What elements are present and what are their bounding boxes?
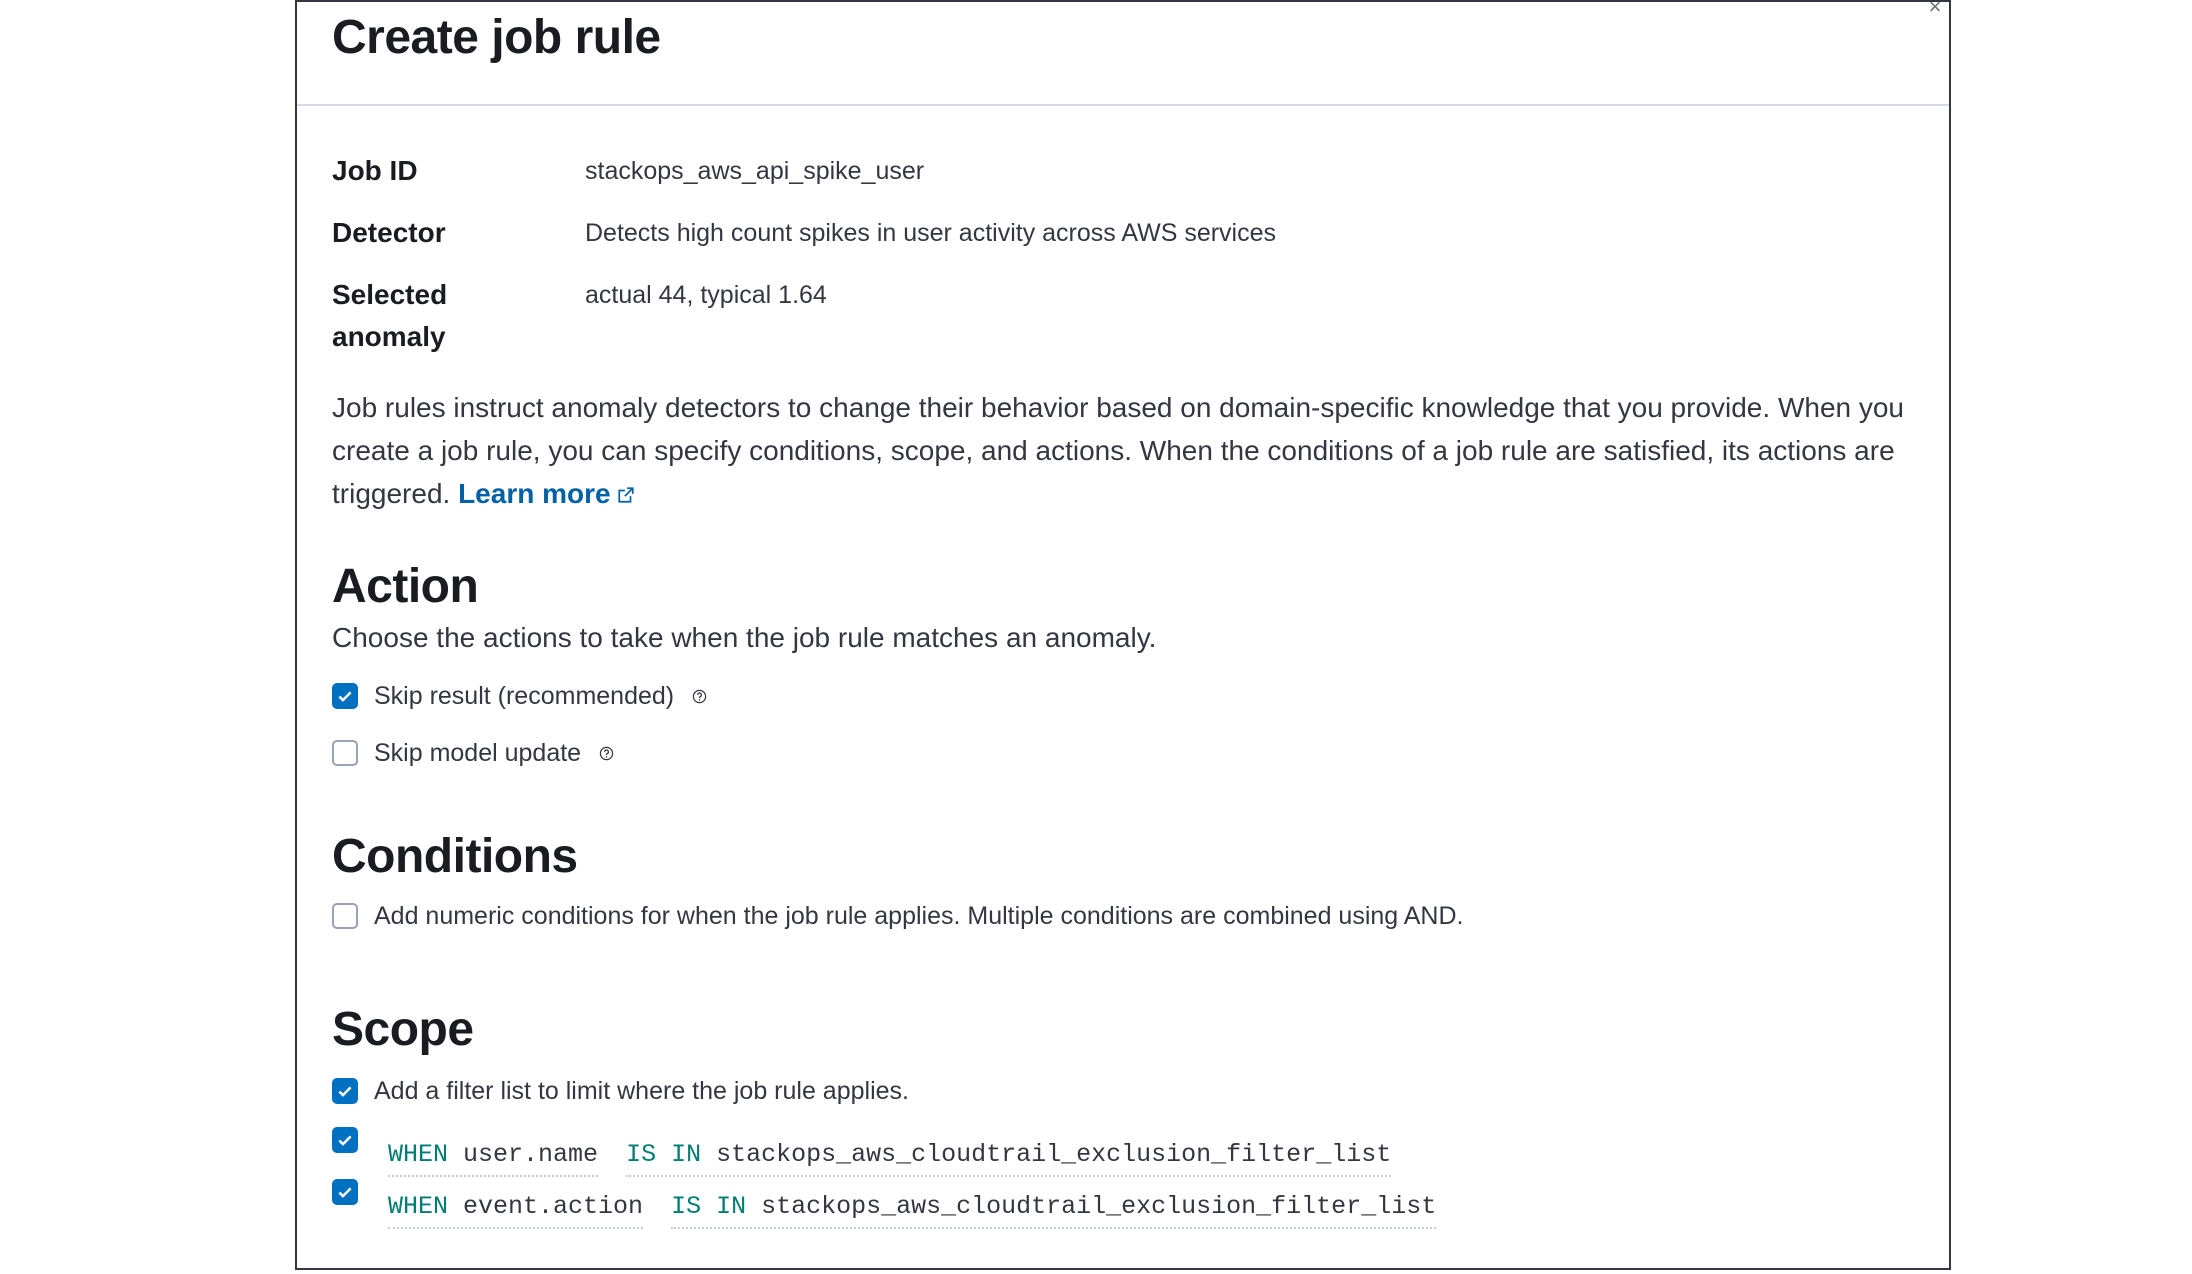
scope-filter-selector[interactable]: IS IN stackops_aws_cloudtrail_exclusion_… [671,1189,1437,1229]
checkmark-icon [338,691,352,702]
is-in-keyword: IS IN [626,1140,702,1169]
flyout-body: Job ID stackops_aws_api_spike_user Detec… [297,150,1949,1231]
job-details: Job ID stackops_aws_api_spike_user Detec… [332,150,1909,358]
checkmark-icon [338,1187,352,1198]
question-tooltip-icon[interactable] [692,689,707,704]
detector-title: Detector [332,217,446,248]
selected-anomaly-value: actual 44, typical 1.64 [585,281,827,309]
numeric-conditions-label: Add numeric conditions for when the job … [374,901,1464,930]
conditions-title: Conditions [332,830,578,883]
selected-anomaly-title: Selected anomaly [332,279,448,352]
scope-field-selector[interactable]: WHEN event.action [388,1189,644,1229]
learn-more-label: Learn more [458,478,611,509]
conditions-section: Conditions Add numeric conditions for wh… [332,829,1909,936]
scope-rule-event-action: WHEN event.action IS IN stackops_aws_clo… [332,1179,1909,1231]
close-icon[interactable]: × [1923,2,1947,19]
flyout-title: Create job rule [332,11,661,64]
scope-rule-user-name: WHEN user.name IS IN stackops_aws_cloudt… [332,1127,1909,1179]
scope-field-value: user.name [463,1140,599,1169]
learn-more-link[interactable]: Learn more [458,478,635,509]
scope-section: Scope Add a filter list to limit where t… [332,1002,1909,1231]
scope-filter-value: stackops_aws_cloudtrail_exclusion_filter… [716,1140,1392,1169]
skip-result-checkbox[interactable] [332,683,358,709]
action-description: Choose the actions to take when the job … [332,622,1157,653]
action-section: Action Choose the actions to take when t… [332,559,1909,773]
skip-result-option[interactable]: Skip result (recommended) [332,676,1909,716]
scope-field-selector[interactable]: WHEN user.name [388,1137,599,1177]
scope-rule-checkbox[interactable] [332,1179,358,1205]
external-link-icon [617,487,634,503]
create-job-rule-flyout: × Create job rule Job ID stackops_aws_ap… [295,0,1951,1270]
when-keyword: WHEN [388,1140,449,1169]
detector-value: Detects high count spikes in user activi… [585,219,1277,247]
checkmark-icon [338,1135,352,1146]
filter-list-checkbox[interactable] [332,1078,358,1104]
flyout-header: Create job rule [297,2,1949,106]
filter-list-label: Add a filter list to limit where the job… [374,1076,909,1105]
is-in-keyword: IS IN [671,1192,747,1221]
job-id-title: Job ID [332,155,418,186]
scope-filter-value: stackops_aws_cloudtrail_exclusion_filter… [761,1192,1437,1221]
scope-title: Scope [332,1003,474,1056]
skip-model-update-checkbox[interactable] [332,740,358,766]
scope-filter-selector[interactable]: IS IN stackops_aws_cloudtrail_exclusion_… [626,1137,1392,1177]
numeric-conditions-option[interactable]: Add numeric conditions for when the job … [332,896,1909,936]
intro-paragraph: Job rules instruct anomaly detectors to … [332,386,1932,515]
checkmark-icon [338,1086,352,1097]
action-title: Action [332,560,479,613]
skip-result-label: Skip result (recommended) [374,681,675,710]
when-keyword: WHEN [388,1192,449,1221]
job-id-value: stackops_aws_api_spike_user [585,157,925,185]
scope-rule-checkbox[interactable] [332,1127,358,1153]
filter-list-option[interactable]: Add a filter list to limit where the job… [332,1071,1909,1111]
numeric-conditions-checkbox[interactable] [332,903,358,929]
skip-model-update-label: Skip model update [374,738,582,767]
skip-model-update-option[interactable]: Skip model update [332,733,1909,773]
scope-field-value: event.action [463,1192,644,1221]
question-tooltip-icon[interactable] [599,746,614,761]
